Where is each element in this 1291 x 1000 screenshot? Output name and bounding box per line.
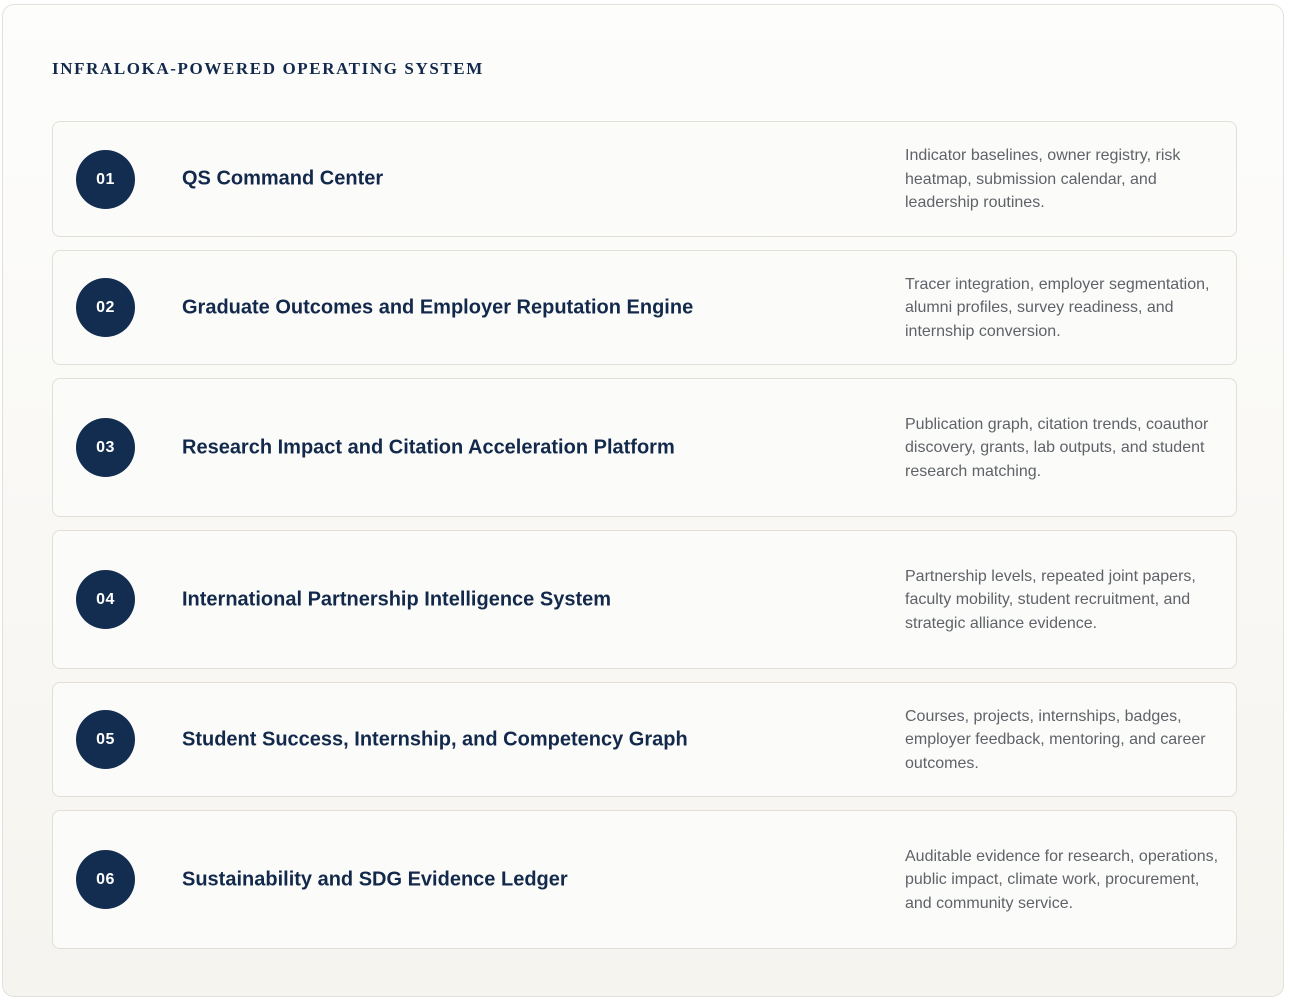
module-description: Auditable evidence for research, operati… [905, 847, 1219, 912]
module-card-01: 01 QS Command Center Indicator baselines… [52, 121, 1237, 237]
module-number-badge: 03 [76, 418, 135, 477]
module-number-badge: 01 [76, 149, 135, 209]
module-title: Graduate Outcomes and Employer Reputatio… [182, 296, 694, 318]
module-number-badge: 04 [76, 570, 135, 629]
module-number-badge: 02 [76, 278, 135, 337]
operating-system-panel: INFRALOKA-POWERED OPERATING SYSTEM 01 QS… [2, 4, 1284, 997]
module-card-03: 03 Research Impact and Citation Accelera… [52, 378, 1237, 517]
module-description: Tracer integration, employer segmentatio… [905, 275, 1210, 340]
module-card-04: 04 International Partnership Intelligenc… [52, 530, 1237, 669]
module-title: Sustainability and SDG Evidence Ledger [182, 868, 568, 890]
module-title: Student Success, Internship, and Compete… [182, 728, 688, 750]
module-description: Publication graph, citation trends, coau… [905, 415, 1209, 480]
module-title: Research Impact and Citation Acceleratio… [182, 436, 675, 458]
module-description: Partnership levels, repeated joint paper… [905, 567, 1196, 632]
module-card-06: 06 Sustainability and SDG Evidence Ledge… [52, 810, 1237, 949]
module-title: International Partnership Intelligence S… [182, 588, 612, 610]
module-number-badge: 05 [76, 710, 135, 769]
module-card-05: 05 Student Success, Internship, and Comp… [52, 682, 1237, 797]
module-title: QS Command Center [182, 167, 384, 190]
module-card-02: 02 Graduate Outcomes and Employer Reputa… [52, 250, 1237, 365]
module-number-badge: 06 [76, 850, 135, 909]
module-description: Courses, projects, internships, badges, … [905, 707, 1206, 772]
module-description: Indicator baselines, owner registry, ris… [905, 146, 1181, 211]
section-title: INFRALOKA-POWERED OPERATING SYSTEM [52, 59, 484, 78]
